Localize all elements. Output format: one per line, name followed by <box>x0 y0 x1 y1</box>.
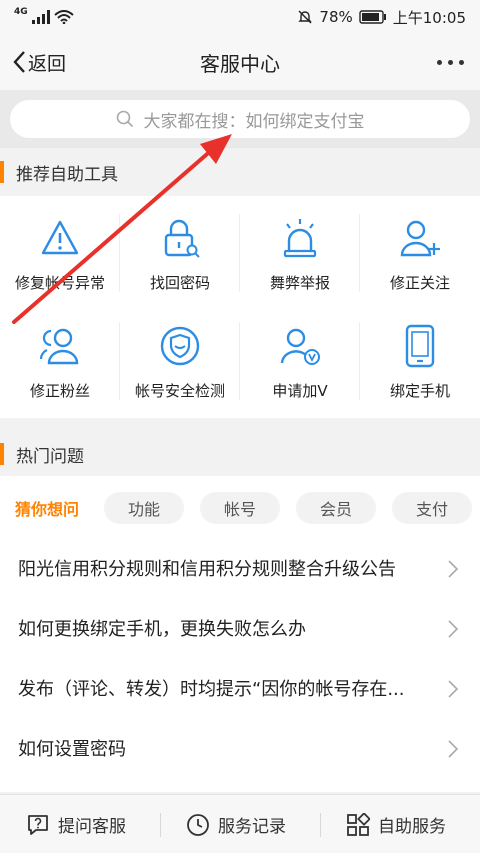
search-input[interactable]: 大家都在搜：如何绑定支付宝 <box>10 100 470 138</box>
faq-question: 如何设置密码 <box>18 739 126 760</box>
signal-icon <box>31 10 50 24</box>
tool-security-check[interactable]: 帐号安全检测 <box>120 304 240 415</box>
faq-item[interactable]: 如何更换绑定手机，更换失败怎么办 <box>0 598 480 658</box>
tool-fix-follow[interactable]: 修正关注 <box>360 196 480 307</box>
chevron-right-icon <box>448 620 458 638</box>
tab-payment[interactable]: 支付 <box>392 492 472 524</box>
tool-label: 修复帐号异常 <box>14 274 105 292</box>
battery-icon <box>359 10 386 24</box>
tab-function[interactable]: 功能 <box>104 492 184 524</box>
tab-guess[interactable]: 猜你想问 <box>6 492 88 524</box>
tool-label: 帐号安全检测 <box>134 382 225 400</box>
more-button[interactable] <box>437 34 464 90</box>
tool-label: 绑定手机 <box>389 382 450 400</box>
back-button[interactable]: 返回 <box>12 34 66 90</box>
status-left: 4G <box>14 7 74 24</box>
users-icon <box>39 328 79 365</box>
status-right: 78% 上午10:05 <box>297 7 466 28</box>
search-placeholder: 大家都在搜：如何绑定支付宝 <box>143 111 365 132</box>
page-title: 客服中心 <box>200 51 280 76</box>
tools-grid: 修复帐号异常 找回密码 舞弊举报 修正关注 修正粉丝 帐号安全检测 申请加V 绑… <box>0 196 480 418</box>
tool-label: 修正关注 <box>389 274 450 292</box>
tool-bind-phone[interactable]: 绑定手机 <box>360 304 480 415</box>
phone-icon <box>405 324 435 368</box>
tool-report-fraud[interactable]: 舞弊举报 <box>240 196 360 307</box>
tool-recover-password[interactable]: 找回密码 <box>120 196 240 307</box>
battery-percent: 78% <box>319 8 353 26</box>
tab-member[interactable]: 会员 <box>296 492 376 524</box>
faq-section-title: 热门问题 <box>0 432 480 476</box>
search-icon <box>116 110 133 128</box>
faq-item[interactable]: 阳光信用积分规则和信用积分规则整合升级公告 <box>0 538 480 598</box>
chevron-right-icon <box>448 680 458 698</box>
user-verified-icon <box>280 328 320 365</box>
chevron-left-icon <box>13 51 25 73</box>
service-records-button[interactable]: 服务记录 <box>186 795 286 853</box>
status-bar: 4G 78% 上午10:05 <box>0 0 480 34</box>
mute-bell-icon <box>298 10 313 24</box>
service-records-label: 服务记录 <box>218 817 286 837</box>
ask-service-label: 提问客服 <box>58 817 126 837</box>
tool-label: 申请加V <box>272 382 328 400</box>
warning-icon <box>41 220 79 255</box>
bottom-bar: 提问客服 服务记录 自助服务 <box>0 794 480 853</box>
chevron-right-icon <box>448 740 458 758</box>
grid-icon <box>347 812 370 836</box>
faq-tabs: 猜你想问 功能 帐号 会员 支付 <box>0 492 480 524</box>
ask-service-button[interactable]: 提问客服 <box>26 795 126 853</box>
faq-question: 如何更换绑定手机，更换失败怎么办 <box>18 619 306 640</box>
search-container: 大家都在搜：如何绑定支付宝 <box>0 90 480 148</box>
nav-bar: 返回 客服中心 <box>0 34 480 90</box>
alarm-light-icon <box>283 219 317 258</box>
back-label: 返回 <box>28 52 67 75</box>
faq-question: 发布（评论、转发）时均提示“因你的帐号存在... <box>18 679 405 700</box>
more-dots-icon <box>437 59 442 65</box>
wifi-icon <box>53 10 74 24</box>
faq-panel: 猜你想问 功能 帐号 会员 支付 阳光信用积分规则和信用积分规则整合升级公告 如… <box>0 476 480 792</box>
faq-question: 阳光信用积分规则和信用积分规则整合升级公告 <box>18 559 396 580</box>
tool-fix-fans[interactable]: 修正粉丝 <box>0 304 120 415</box>
tab-account[interactable]: 帐号 <box>200 492 280 524</box>
network-type: 4G <box>14 7 28 17</box>
self-service-label: 自助服务 <box>378 817 446 837</box>
tools-section-title: 推荐自助工具 <box>0 150 480 194</box>
chevron-right-icon <box>448 560 458 578</box>
clock-icon <box>187 813 209 836</box>
tool-label: 修正粉丝 <box>29 382 90 400</box>
tool-label: 舞弊举报 <box>269 274 330 292</box>
tool-label: 找回密码 <box>149 274 210 292</box>
self-service-button[interactable]: 自助服务 <box>346 795 446 853</box>
clock: 上午10:05 <box>392 8 466 27</box>
question-chat-icon <box>28 814 48 835</box>
tool-fix-account[interactable]: 修复帐号异常 <box>0 196 120 307</box>
user-add-icon <box>400 220 440 257</box>
faq-item[interactable]: 发布（评论、转发）时均提示“因你的帐号存在... <box>0 658 480 718</box>
faq-item[interactable]: 如何设置密码 <box>0 718 480 778</box>
lock-search-icon <box>164 219 200 258</box>
tool-apply-verified[interactable]: 申请加V <box>240 304 360 415</box>
shield-icon <box>160 326 200 366</box>
